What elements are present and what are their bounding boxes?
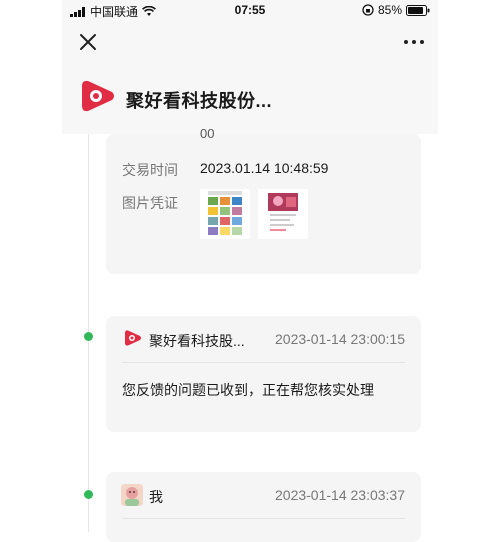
chat-header: 聚好看科技股份... (62, 20, 438, 134)
message-card: 聚好看科技股... 2023-01-14 23:00:15 您反馈的问题已收到，… (106, 316, 421, 432)
orientation-lock-icon (362, 4, 374, 16)
status-bar: 中国联通 07:55 85% (62, 0, 438, 20)
trade-time-value: 2023.01.14 10:48:59 (200, 160, 329, 176)
timeline-dot (84, 490, 93, 499)
battery-icon (406, 4, 430, 16)
message-separator (122, 518, 405, 519)
message-separator (122, 362, 405, 363)
partial-text: 00 (200, 126, 215, 141)
close-icon (80, 34, 96, 50)
trade-time-label: 交易时间 (122, 162, 178, 178)
close-button[interactable] (74, 28, 102, 56)
brand-logo-icon (80, 78, 116, 114)
message-time: 2023-01-14 23:03:37 (275, 487, 405, 503)
receipt-image-2[interactable] (258, 189, 308, 239)
battery-percent: 85% (377, 3, 402, 17)
receipt-image-1[interactable] (200, 189, 250, 239)
receipt-label: 图片凭证 (122, 195, 178, 211)
message-sender: 聚好看科技股... (149, 333, 245, 349)
timeline-dot (84, 332, 93, 341)
status-right: 85% (362, 3, 430, 17)
order-info-card: 00 交易时间 2023.01.14 10:48:59 图片凭证 (106, 126, 421, 274)
message-sender: 我 (149, 489, 163, 505)
avatar (121, 484, 143, 506)
message-time: 2023-01-14 23:00:15 (275, 331, 405, 347)
message-text: 您反馈的问题已收到，正在帮您核实处理 (122, 382, 374, 398)
brand-small-icon (125, 330, 141, 346)
page-title: 聚好看科技股份... (126, 91, 273, 111)
more-button[interactable] (400, 28, 428, 56)
more-icon (404, 40, 424, 44)
